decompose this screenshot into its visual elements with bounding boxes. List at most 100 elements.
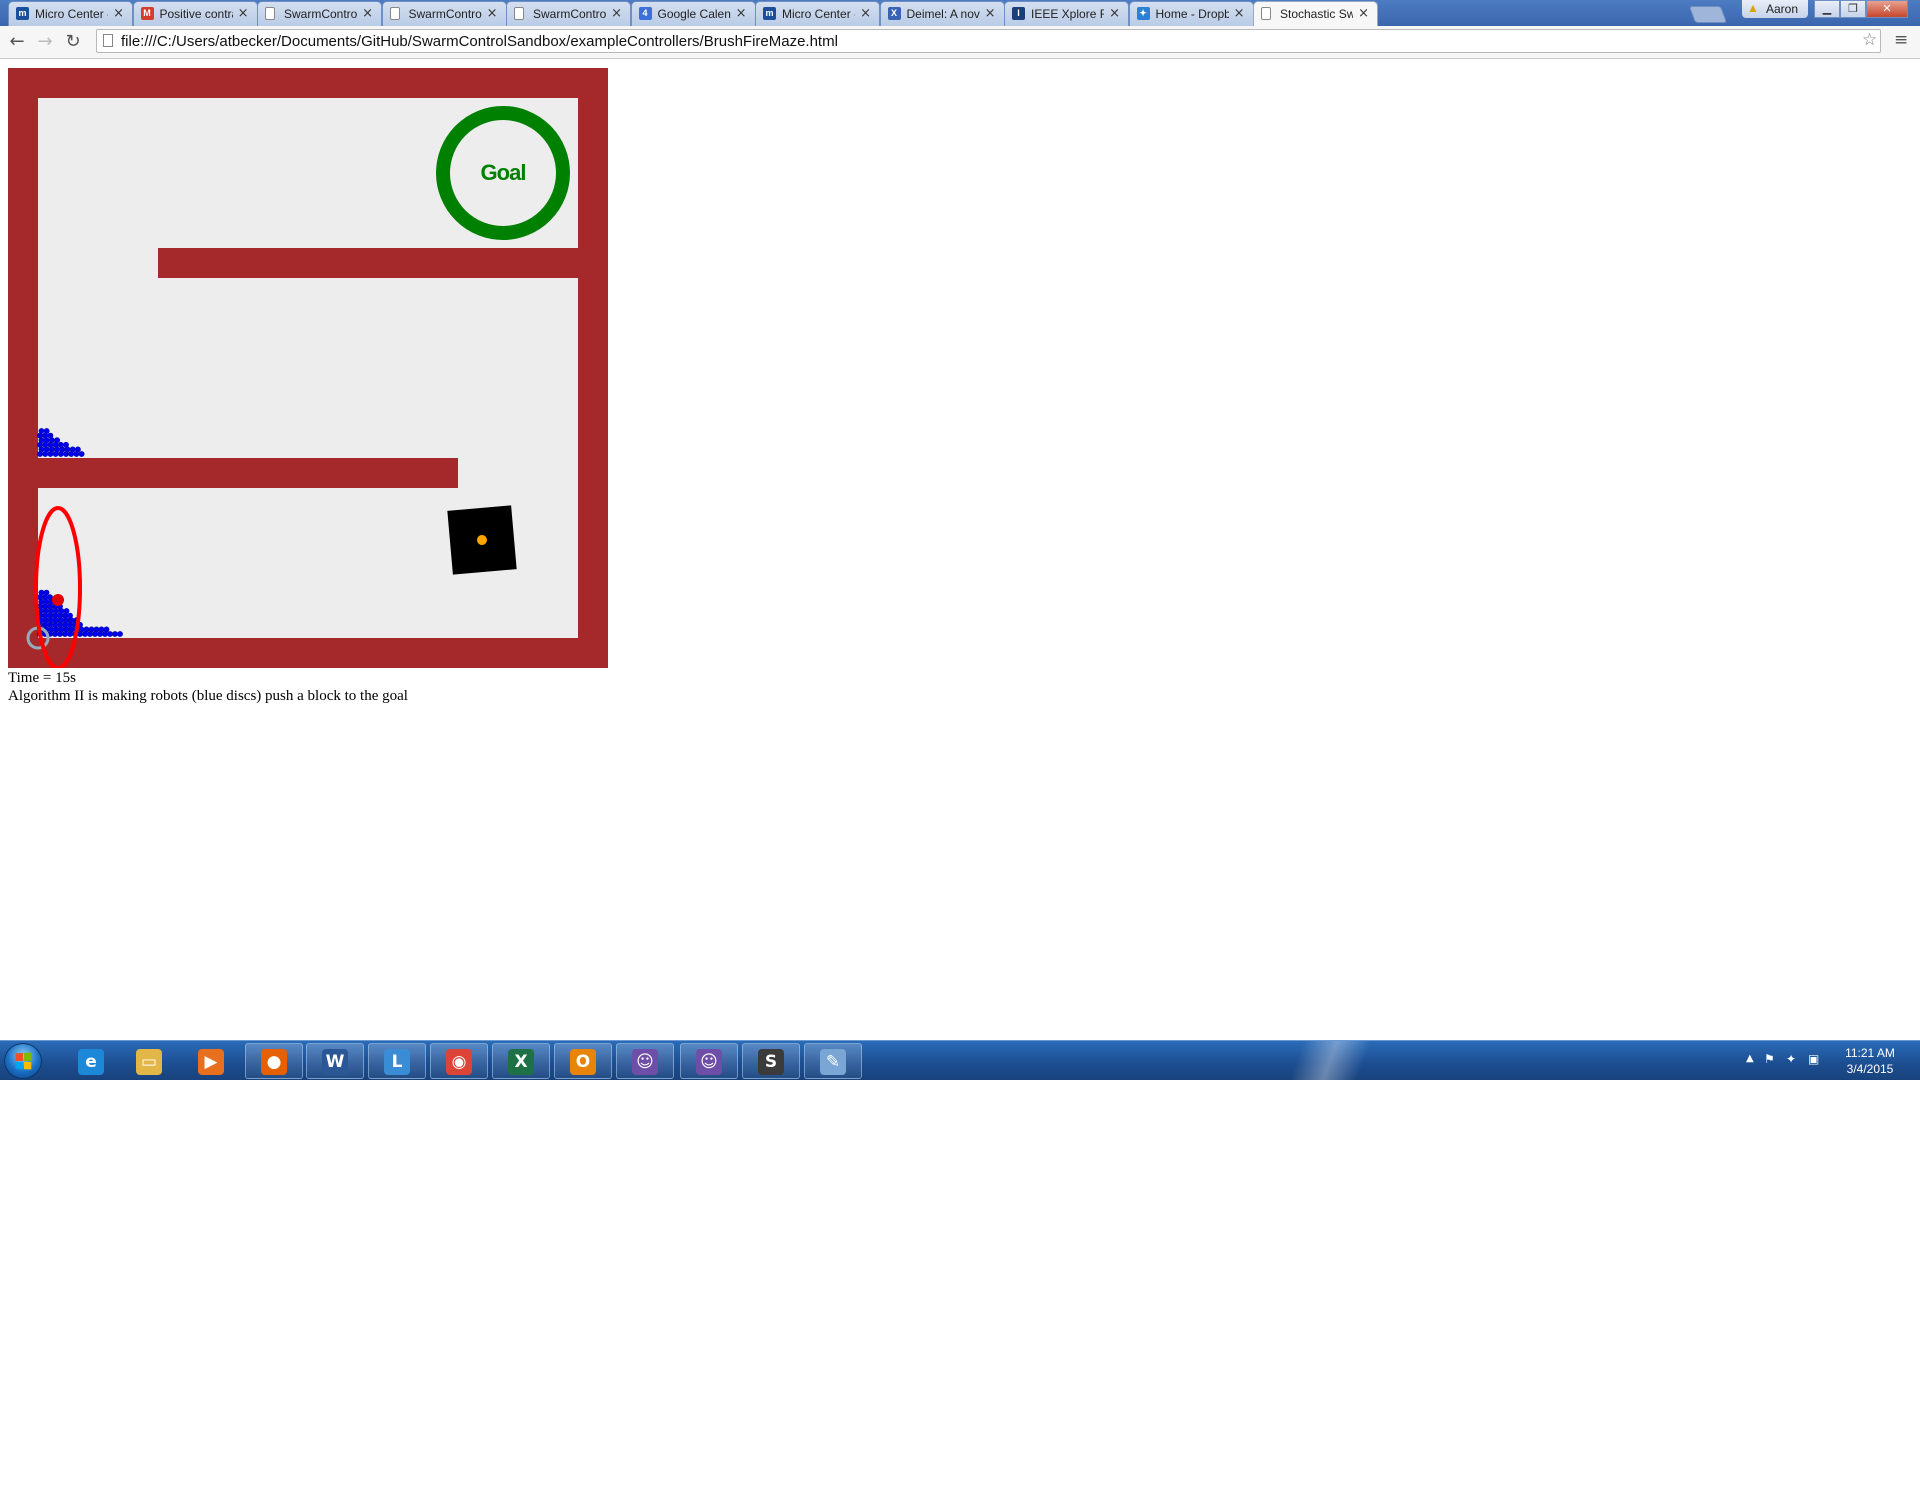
journal-icon: X (887, 7, 901, 20)
tab-title: SwarmControlWit (533, 7, 606, 21)
tab[interactable]: SwarmControlWit × (257, 1, 382, 26)
tab[interactable]: m Micro Center - Co × (8, 1, 133, 26)
windows-logo-icon (15, 1052, 32, 1070)
tab-strip: m Micro Center - Co × M Positive contrast M ×… (0, 0, 1920, 26)
tab-close-icon[interactable]: × (238, 6, 249, 21)
taskbar-button[interactable]: e (62, 1043, 120, 1079)
target-robot-marker (52, 594, 64, 606)
taskbar-button[interactable]: ● (245, 1043, 303, 1079)
browser-toolbar: ← → ↻ file:///C:/Users/atbecker/Document… (0, 26, 1920, 59)
tab[interactable]: 4 Google Calendar × (630, 1, 756, 26)
simulation-canvas[interactable]: Goal (8, 68, 608, 670)
paint-icon: ✎ (820, 1049, 846, 1075)
tab[interactable]: SwarmControlWit × (506, 1, 631, 26)
time-readout: Time = 15s (8, 670, 76, 686)
tab-title: SwarmControlWit (408, 7, 482, 21)
show-hidden-icons[interactable]: ▲ (1746, 1053, 1754, 1064)
dropbox-tray-icon[interactable]: ✦ (1786, 1052, 1796, 1066)
tab-title: Micro Center - Co (782, 7, 855, 21)
robot-disc (63, 441, 69, 448)
back-button[interactable]: ← (6, 31, 28, 53)
taskbar-sheen (1260, 1041, 1400, 1080)
window-close-button[interactable]: ✕ (1866, 0, 1908, 18)
tab-close-icon[interactable]: × (736, 6, 747, 21)
reload-button[interactable]: ↻ (62, 31, 84, 53)
robot-disc (103, 626, 110, 633)
tab-close-icon[interactable]: × (1358, 6, 1369, 21)
taskbar-button[interactable]: X (492, 1043, 550, 1079)
tab[interactable]: M Positive contrast M × (132, 1, 258, 26)
tab-close-icon[interactable]: × (487, 6, 498, 21)
tab[interactable]: SwarmControlWit × (381, 1, 507, 26)
tab-close-icon[interactable]: × (860, 6, 871, 21)
minimize-button[interactable]: ▁ (1814, 0, 1840, 18)
dropbox-icon: ✦ (1136, 7, 1150, 20)
media-player-icon: ▶ (198, 1049, 224, 1075)
robot-disc (75, 446, 81, 453)
tab-title: Home - Dropbox (1155, 7, 1229, 21)
taskbar-button[interactable]: O (554, 1043, 612, 1079)
robot-disc (112, 631, 118, 637)
file-explorer-icon: ▭ (136, 1049, 162, 1075)
robot-disc (63, 608, 70, 614)
taskbar-button[interactable]: W (306, 1043, 364, 1079)
taskbar-button[interactable]: ☺ (616, 1043, 674, 1079)
github-icon-2: ☺ (696, 1049, 722, 1075)
start-button[interactable] (4, 1043, 42, 1079)
taskbar-button[interactable]: ▶ (182, 1043, 240, 1079)
robot-disc (107, 631, 113, 637)
lower-inner-wall (38, 458, 458, 488)
ieee-icon: I (1012, 7, 1025, 20)
page-icon (514, 7, 524, 20)
robot-disc (38, 589, 45, 596)
taskbar-button[interactable]: ☺ (680, 1043, 738, 1079)
taskbar-button[interactable]: ◉ (430, 1043, 488, 1079)
taskbar-button[interactable]: S (742, 1043, 800, 1079)
new-tab-button[interactable] (1688, 6, 1728, 23)
network-icon[interactable]: ▣ (1808, 1052, 1819, 1066)
tab-close-icon[interactable]: × (362, 6, 373, 21)
status-area: Time = 15s Algorithm II is making robots… (8, 669, 408, 705)
forward-button[interactable]: → (34, 31, 56, 53)
windows-taskbar: e ▭ ▶ ● W L ◉ X O ☺ ☺ S ✎ ▲ ⚑ ✦ ▣ 11:21 AM 3/4/2015 (0, 1040, 1920, 1080)
action-center-flag-icon[interactable]: ⚑ (1764, 1052, 1775, 1066)
taskbar-button[interactable]: L (368, 1043, 426, 1079)
tab[interactable]: m Micro Center - Co × (755, 1, 880, 26)
restore-button[interactable]: ❐ (1840, 0, 1866, 18)
robot-disc (54, 437, 60, 444)
address-bar[interactable]: file:///C:/Users/atbecker/Documents/GitH… (96, 29, 1881, 53)
robot-disc (83, 626, 90, 633)
calendar-icon: 4 (638, 7, 652, 20)
outlook-icon: O (570, 1049, 596, 1075)
tab-title: Google Calendar (657, 7, 731, 21)
tab[interactable]: X Deimel: A novel ty × (879, 1, 1005, 26)
tab-close-icon[interactable]: × (1234, 6, 1245, 21)
clock-time: 11:21 AM (1845, 1046, 1895, 1060)
tab-title: Micro Center - Co (35, 7, 108, 21)
tab-close-icon[interactable]: × (1109, 6, 1120, 21)
tab[interactable]: Stochastic Swarm × (1253, 1, 1378, 26)
profile-button[interactable]: ▲ Aaron (1742, 0, 1808, 18)
tab-close-icon[interactable]: × (113, 6, 124, 21)
taskbar-button[interactable]: ✎ (804, 1043, 862, 1079)
firefox-icon: ● (261, 1049, 287, 1075)
bookmark-star-icon[interactable]: ☆ (1862, 30, 1877, 50)
tab-close-icon[interactable]: × (611, 6, 622, 21)
algorithm-description: Algorithm II is making robots (blue disc… (8, 688, 408, 704)
pushable-block (447, 505, 517, 575)
tab-close-icon[interactable]: × (985, 6, 996, 21)
word-icon: W (322, 1049, 348, 1075)
tab[interactable]: ✦ Home - Dropbox × (1128, 1, 1254, 26)
page-icon (1261, 7, 1271, 20)
chrome-menu-icon[interactable]: ≡ (1894, 30, 1908, 50)
taskbar-button[interactable]: ▭ (120, 1043, 178, 1079)
upper-inner-wall (158, 248, 578, 278)
taskbar-clock[interactable]: 11:21 AM 3/4/2015 (1830, 1045, 1910, 1077)
robot-disc (43, 428, 50, 434)
robot-disc (38, 428, 45, 434)
robot-disc (117, 631, 123, 637)
tab-title: Deimel: A novel ty (906, 7, 980, 21)
tab[interactable]: I IEEE Xplore Full-Te × (1004, 1, 1129, 26)
robot-disc (78, 451, 85, 457)
page-icon (389, 7, 400, 20)
